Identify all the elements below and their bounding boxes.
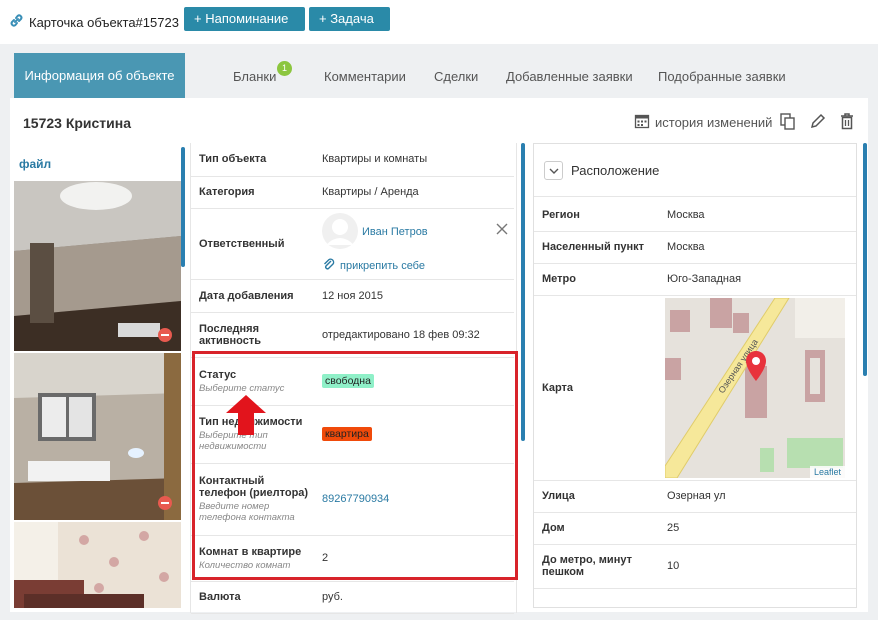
add-reminder-button[interactable]: + Напоминание bbox=[184, 7, 305, 31]
street-value[interactable]: Озерная ул bbox=[659, 480, 856, 513]
row-metro: Метро Юго-Западная bbox=[534, 263, 856, 296]
settlement-label: Населенный пункт bbox=[534, 231, 659, 264]
metro-minutes-label: До метро, минут пешком bbox=[534, 544, 659, 589]
row-object-type: Тип объекта Квартиры и комнаты bbox=[191, 143, 514, 177]
paperclip-icon bbox=[322, 258, 336, 275]
settlement-value[interactable]: Москва bbox=[659, 231, 856, 264]
close-icon[interactable] bbox=[496, 223, 508, 238]
object-card-title[interactable]: Карточка объекта#15723 bbox=[8, 12, 179, 32]
photo-room-3[interactable] bbox=[14, 522, 181, 608]
responsible-name[interactable]: Иван Петров bbox=[362, 226, 428, 238]
row-category: Категория Квартиры / Аренда bbox=[191, 176, 514, 209]
tab-matched-requests[interactable]: Подобранные заявки bbox=[658, 69, 786, 84]
category-value[interactable]: Квартиры / Аренда bbox=[314, 176, 514, 209]
object-type-label: Тип объекта bbox=[191, 143, 314, 177]
tab-comments[interactable]: Комментарии bbox=[324, 69, 406, 84]
attach-self-link[interactable]: прикрепить себе bbox=[322, 258, 514, 275]
region-value[interactable]: Москва bbox=[659, 199, 856, 232]
delete-photo-icon[interactable] bbox=[158, 328, 172, 347]
trash-icon[interactable] bbox=[838, 112, 856, 135]
tab-forms[interactable]: Бланки bbox=[233, 69, 276, 84]
red-arrow-annotation bbox=[226, 395, 266, 440]
pencil-icon[interactable] bbox=[809, 112, 827, 135]
details-scrollbar[interactable] bbox=[521, 143, 525, 441]
category-label: Категория bbox=[191, 176, 314, 209]
responsible-label: Ответственный bbox=[191, 208, 314, 280]
house-value[interactable]: 25 bbox=[659, 512, 856, 545]
added-date-label: Дата добавления bbox=[191, 279, 314, 313]
object-type-value[interactable]: Квартиры и комнаты bbox=[314, 143, 514, 177]
forms-count-badge: 1 bbox=[277, 61, 292, 76]
delete-photo-icon[interactable] bbox=[158, 496, 172, 515]
location-table: Регион Москва Населенный пункт Москва Ме… bbox=[534, 199, 856, 589]
location-scrollbar[interactable] bbox=[863, 143, 867, 376]
copy-icon[interactable] bbox=[779, 112, 797, 135]
add-task-button[interactable]: + Задача bbox=[309, 7, 390, 31]
map-marker-icon[interactable] bbox=[745, 350, 767, 385]
calendar-icon bbox=[634, 113, 650, 132]
metro-label: Метро bbox=[534, 263, 659, 296]
tab-added-requests[interactable]: Добавленные заявки bbox=[506, 69, 633, 84]
attach-self-label: прикрепить себе bbox=[340, 260, 425, 272]
house-label: Дом bbox=[534, 512, 659, 545]
row-street: Улица Озерная ул bbox=[534, 480, 856, 513]
object-card-label: Карточка объекта#15723 bbox=[29, 14, 179, 30]
row-added-date: Дата добавления 12 ноя 2015 bbox=[191, 279, 514, 313]
photo-room-1[interactable] bbox=[14, 181, 181, 351]
history-link[interactable]: история изменений bbox=[634, 113, 772, 132]
link-icon bbox=[8, 12, 25, 32]
photos-scrollbar[interactable] bbox=[181, 147, 185, 267]
avatar bbox=[322, 212, 358, 252]
street-label: Улица bbox=[534, 480, 659, 513]
page-title: 15723 Кристина bbox=[23, 115, 132, 131]
metro-minutes-value[interactable]: 10 bbox=[659, 544, 856, 589]
photo-room-2[interactable] bbox=[14, 353, 181, 520]
row-house: Дом 25 bbox=[534, 512, 856, 545]
location-divider bbox=[534, 196, 856, 197]
row-metro-minutes: До метро, минут пешком 10 bbox=[534, 544, 856, 589]
chevron-down-icon[interactable] bbox=[544, 161, 563, 180]
added-date-value: 12 ноя 2015 bbox=[314, 279, 514, 313]
row-responsible: Ответственный Иван Петров прикрепить себ… bbox=[191, 208, 514, 280]
currency-value[interactable]: руб. bbox=[314, 581, 514, 614]
row-region: Регион Москва bbox=[534, 199, 856, 232]
region-label: Регион bbox=[534, 199, 659, 232]
currency-label: Валюта bbox=[191, 581, 314, 614]
row-settlement: Населенный пункт Москва bbox=[534, 231, 856, 264]
map-view[interactable]: Озерная улица Leaflet bbox=[665, 297, 845, 478]
metro-value[interactable]: Юго-Западная bbox=[659, 263, 856, 296]
history-label: история изменений bbox=[655, 115, 773, 130]
tab-object-info[interactable]: Информация об объекте bbox=[14, 53, 185, 99]
row-map: Карта Озерная улица Leaflet bbox=[534, 295, 856, 481]
highlight-box bbox=[192, 351, 518, 580]
tab-deals[interactable]: Сделки bbox=[434, 69, 478, 84]
map-attribution[interactable]: Leaflet bbox=[809, 465, 845, 478]
map-label: Карта bbox=[534, 295, 659, 481]
row-currency: Валюта руб. bbox=[191, 581, 514, 614]
location-section-title: Расположение bbox=[571, 163, 660, 178]
file-link[interactable]: файл bbox=[19, 157, 51, 171]
